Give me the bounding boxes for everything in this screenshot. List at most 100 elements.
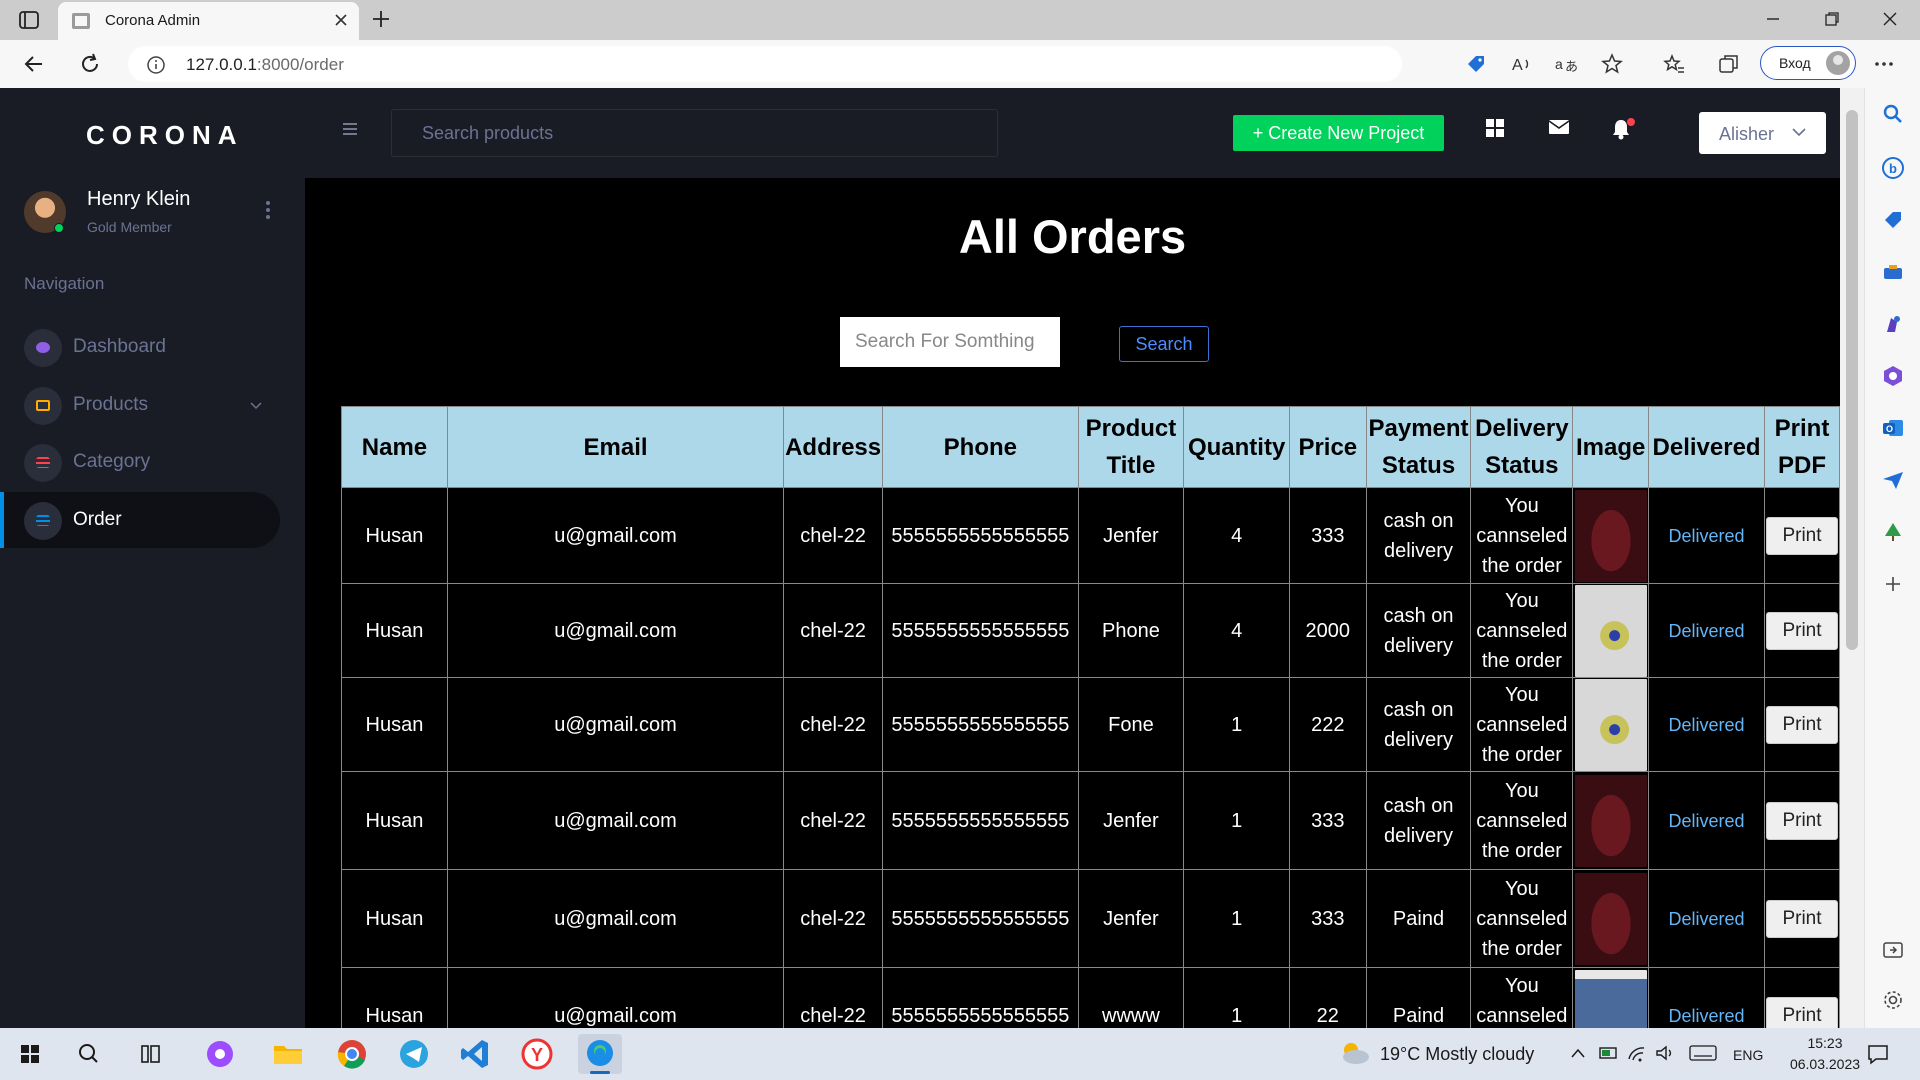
wifi-icon[interactable] <box>1626 1043 1648 1063</box>
settings-gear-icon[interactable] <box>1881 988 1905 1012</box>
user-dropdown[interactable]: Alisher <box>1699 112 1826 154</box>
sidebar-item-products[interactable]: Products <box>0 377 280 433</box>
url-path: :8000/order <box>256 55 344 74</box>
delivery-status-cell: You cannseled the order <box>1470 967 1574 1028</box>
search-button[interactable]: Search <box>1119 326 1209 362</box>
product-image[interactable] <box>1574 872 1647 965</box>
add-icon[interactable] <box>1881 572 1905 596</box>
taskbar-search-icon[interactable] <box>67 1034 111 1074</box>
column-header: Address <box>783 406 884 488</box>
print-button[interactable]: Print <box>1765 996 1838 1028</box>
site-info-icon[interactable] <box>146 55 166 75</box>
yandex-browser-icon[interactable]: Y <box>515 1034 559 1074</box>
delivered-link[interactable]: Delivered <box>1648 583 1765 678</box>
translate-icon[interactable]: aあ <box>1554 52 1578 76</box>
send-icon[interactable] <box>1881 468 1905 492</box>
product-image[interactable] <box>1574 584 1647 677</box>
print-button[interactable]: Print <box>1765 516 1838 555</box>
reload-icon[interactable] <box>78 52 102 76</box>
sign-in-button[interactable]: Вход <box>1760 46 1856 80</box>
collections-icon[interactable] <box>1717 52 1741 76</box>
weather-text[interactable]: 19°C Mostly cloudy <box>1380 1044 1534 1065</box>
file-explorer-icon[interactable] <box>266 1034 310 1074</box>
clock-date[interactable]: 06.03.2023 <box>1776 1056 1874 1072</box>
favorites-icon[interactable] <box>1662 52 1686 76</box>
sidebar-item-order[interactable]: Order <box>0 492 280 548</box>
url-text[interactable]: 127.0.0.1:8000/order <box>186 55 344 75</box>
image-cell <box>1572 677 1650 772</box>
tree-icon[interactable] <box>1881 520 1905 544</box>
order-search-input[interactable] <box>840 317 1060 367</box>
minimize-icon[interactable] <box>1764 10 1782 28</box>
create-project-button[interactable]: + Create New Project <box>1233 115 1444 151</box>
vscode-icon[interactable] <box>454 1034 498 1074</box>
product-image[interactable] <box>1574 489 1647 582</box>
close-window-icon[interactable] <box>1881 10 1899 28</box>
clock-time[interactable]: 15:23 <box>1795 1035 1855 1051</box>
mail-icon[interactable] <box>1548 118 1570 136</box>
games-icon[interactable] <box>1881 312 1905 336</box>
search-products-input[interactable] <box>391 109 998 157</box>
outlook-icon[interactable]: O <box>1881 416 1905 440</box>
hamburger-menu-icon[interactable] <box>341 121 361 137</box>
product-image[interactable] <box>1574 678 1647 771</box>
print-button[interactable]: Print <box>1765 801 1838 840</box>
email-cell: u@gmail.com <box>446 487 785 584</box>
delivered-link[interactable]: Delivered <box>1648 677 1765 772</box>
brand-logo[interactable]: CORONA <box>86 120 244 151</box>
sidebar-item-dashboard[interactable]: Dashboard <box>0 319 280 375</box>
new-tab-icon[interactable] <box>370 8 392 30</box>
battery-icon[interactable] <box>1598 1043 1620 1063</box>
more-options-icon[interactable] <box>1872 52 1896 76</box>
product-title-cell: Jenfer <box>1077 771 1185 870</box>
print-button[interactable]: Print <box>1765 899 1838 938</box>
alice-assistant-icon[interactable] <box>198 1034 242 1074</box>
back-icon[interactable] <box>22 52 46 76</box>
sidebar-toggle-icon[interactable] <box>1881 938 1905 962</box>
browser-toolbar: 127.0.0.1:8000/order A aあ Вход <box>0 40 1920 88</box>
telegram-icon[interactable] <box>392 1034 436 1074</box>
tab-actions-icon[interactable] <box>18 9 40 31</box>
volume-icon[interactable] <box>1654 1043 1676 1063</box>
delivered-link[interactable]: Delivered <box>1648 487 1765 584</box>
browser-tab[interactable]: Corona Admin <box>58 2 359 40</box>
page-scrollbar[interactable] <box>1840 88 1864 1028</box>
task-view-icon[interactable] <box>128 1034 172 1074</box>
bing-chat-icon[interactable]: b <box>1881 156 1905 180</box>
shopping-tag-icon[interactable] <box>1881 208 1905 232</box>
delivered-link[interactable]: Delivered <box>1648 967 1765 1028</box>
microsoft-365-icon[interactable] <box>1881 364 1905 388</box>
print-cell: Print <box>1763 967 1840 1028</box>
chevron-up-icon[interactable] <box>1570 1046 1586 1060</box>
cloud-weather-icon[interactable] <box>1338 1040 1372 1066</box>
windows-start-icon[interactable] <box>8 1034 52 1074</box>
close-tab-icon[interactable] <box>333 12 349 28</box>
print-button[interactable]: Print <box>1765 705 1838 744</box>
keyboard-icon[interactable] <box>1688 1043 1718 1063</box>
sidebar-item-category[interactable]: Category <box>0 434 280 490</box>
language-indicator[interactable]: ENG <box>1733 1047 1763 1063</box>
sidebar-item-label: Category <box>73 451 151 472</box>
top-navbar: + Create New Project Alisher <box>305 88 1840 178</box>
price-cell: 222 <box>1289 677 1367 772</box>
address-bar[interactable]: 127.0.0.1:8000/order <box>128 46 1402 82</box>
delivered-link[interactable]: Delivered <box>1648 869 1765 968</box>
profile-menu-icon[interactable] <box>265 200 271 220</box>
edge-browser-icon[interactable] <box>578 1034 622 1074</box>
delivered-link[interactable]: Delivered <box>1648 771 1765 870</box>
restore-icon[interactable] <box>1823 10 1841 28</box>
add-favorite-icon[interactable] <box>1600 52 1624 76</box>
grid-apps-icon[interactable] <box>1485 118 1505 138</box>
read-aloud-icon[interactable]: A <box>1510 52 1534 76</box>
coupon-tag-icon[interactable] <box>1464 52 1488 76</box>
quantity-cell: 1 <box>1183 869 1291 968</box>
notifications-icon[interactable] <box>1866 1043 1890 1065</box>
product-image[interactable] <box>1574 969 1647 1028</box>
print-button[interactable]: Print <box>1765 611 1838 650</box>
product-image[interactable] <box>1574 774 1647 867</box>
scrollbar-thumb[interactable] <box>1846 110 1858 650</box>
tools-icon[interactable] <box>1881 260 1905 284</box>
browser-side-panel: b O <box>1864 88 1920 1028</box>
chrome-icon[interactable] <box>330 1034 374 1074</box>
search-icon[interactable] <box>1881 102 1905 126</box>
